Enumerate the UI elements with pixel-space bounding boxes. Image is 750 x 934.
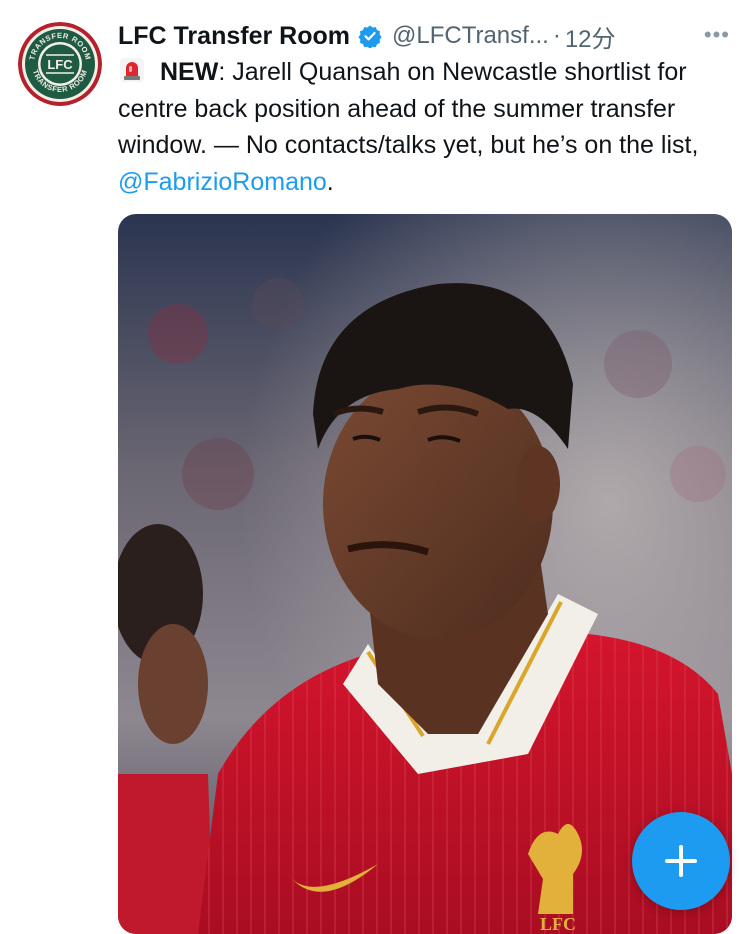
siren-emoji-icon xyxy=(118,56,146,84)
more-options-icon[interactable]: ••• xyxy=(704,22,730,48)
lfc-transfer-room-logo-icon: LFC TRANSFER ROOM TRANSFER ROOM xyxy=(18,22,102,106)
tweet-photo[interactable]: LFC xyxy=(118,214,732,934)
compose-button[interactable] xyxy=(632,812,730,910)
display-name[interactable]: LFC Transfer Room xyxy=(118,22,350,51)
crest-text: LFC xyxy=(540,914,576,934)
tweet-header: LFC Transfer Room @LFCTransf... · 12分 ••… xyxy=(118,18,732,54)
player-photo: LFC xyxy=(118,214,732,934)
avatar-crest-text: LFC xyxy=(47,57,73,72)
timestamp[interactable]: 12分 xyxy=(565,19,616,54)
verified-badge-icon xyxy=(358,24,382,48)
plus-icon xyxy=(665,845,697,877)
tweet-body: NEW: Jarell Quansah on Newcastle shortli… xyxy=(118,54,718,200)
tweet-suffix: . xyxy=(326,167,334,196)
tweet-bold-prefix: NEW xyxy=(160,58,219,86)
mention-link[interactable]: @FabrizioRomano xyxy=(118,168,327,196)
separator-dot: · xyxy=(552,22,561,49)
user-handle[interactable]: @LFCTransf... xyxy=(392,22,549,50)
avatar[interactable]: LFC TRANSFER ROOM TRANSFER ROOM xyxy=(18,22,102,106)
